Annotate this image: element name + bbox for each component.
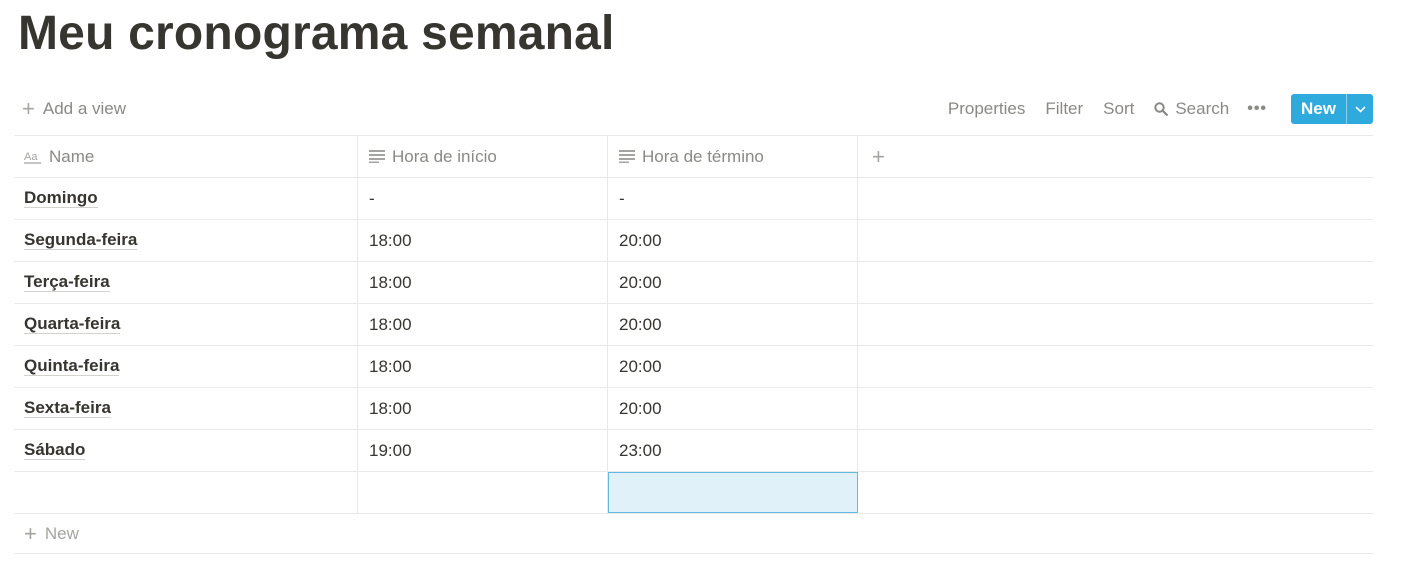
column-header-label: Hora de término: [642, 146, 764, 166]
empty-cell: [858, 472, 1373, 513]
start-time-value: 18:00: [369, 230, 412, 250]
empty-cell: [858, 262, 1373, 303]
search-button[interactable]: Search: [1154, 99, 1229, 119]
row-name[interactable]: Sábado: [24, 440, 86, 461]
table-row[interactable]: Domingo - -: [14, 178, 1373, 220]
empty-cell: [858, 430, 1373, 471]
page-title[interactable]: Meu cronograma semanal: [18, 6, 615, 61]
table-row[interactable]: Quinta-feira 18:00 20:00: [14, 346, 1373, 388]
properties-button[interactable]: Properties: [948, 99, 1025, 119]
name-cell[interactable]: Domingo: [14, 178, 358, 219]
empty-cell: [858, 304, 1373, 345]
end-time-cell[interactable]: 20:00: [608, 388, 858, 429]
text-property-icon: [369, 150, 385, 163]
start-time-cell[interactable]: 18:00: [358, 304, 608, 345]
table-row[interactable]: Quarta-feira 18:00 20:00: [14, 304, 1373, 346]
selected-cell[interactable]: [608, 472, 858, 513]
row-name[interactable]: Quinta-feira: [24, 356, 120, 377]
more-options-icon[interactable]: •••: [1247, 100, 1267, 118]
end-time-value: 20:00: [619, 314, 662, 334]
start-time-cell[interactable]: 18:00: [358, 346, 608, 387]
row-name[interactable]: Quarta-feira: [24, 314, 121, 335]
add-view-button[interactable]: + Add a view: [14, 98, 126, 120]
start-time-value: 18:00: [369, 356, 412, 376]
database-table: Aa Name Hora de início Hora de término +…: [14, 135, 1373, 554]
new-button-label: New: [1301, 99, 1336, 118]
filter-button[interactable]: Filter: [1045, 99, 1083, 119]
end-time-cell[interactable]: 20:00: [608, 304, 858, 345]
table-row[interactable]: Sexta-feira 18:00 20:00: [14, 388, 1373, 430]
start-time-cell[interactable]: -: [358, 178, 608, 219]
add-row-label: New: [44, 523, 79, 543]
row-name[interactable]: Domingo: [24, 188, 98, 209]
column-header-label: Name: [49, 146, 95, 166]
name-cell[interactable]: Quinta-feira: [14, 346, 358, 387]
svg-text:Aa: Aa: [24, 151, 38, 163]
row-name[interactable]: Segunda-feira: [24, 230, 138, 251]
column-header-name[interactable]: Aa Name: [14, 136, 358, 177]
start-time-value: 18:00: [369, 314, 412, 334]
name-cell[interactable]: Sexta-feira: [14, 388, 358, 429]
empty-cell: [858, 346, 1373, 387]
end-time-cell[interactable]: 20:00: [608, 220, 858, 261]
start-time-cell[interactable]: 19:00: [358, 430, 608, 471]
column-header-label: Hora de início: [392, 146, 497, 166]
row-name[interactable]: Sexta-feira: [24, 398, 111, 419]
table-row[interactable]: Terça-feira 18:00 20:00: [14, 262, 1373, 304]
end-time-value: -: [619, 188, 625, 208]
name-cell[interactable]: Quarta-feira: [14, 304, 358, 345]
start-time-cell[interactable]: [358, 472, 608, 513]
end-time-cell[interactable]: 23:00: [608, 430, 858, 471]
name-cell[interactable]: Terça-feira: [14, 262, 358, 303]
search-label: Search: [1175, 99, 1230, 118]
column-header-start[interactable]: Hora de início: [358, 136, 608, 177]
table-row-empty[interactable]: [14, 472, 1373, 514]
page: Meu cronograma semanal + Add a view Prop…: [0, 0, 1401, 584]
text-property-icon: [619, 150, 635, 163]
plus-icon: +: [24, 520, 37, 546]
table-header: Aa Name Hora de início Hora de término +: [14, 135, 1373, 178]
row-name[interactable]: Terça-feira: [24, 272, 110, 293]
end-time-value: 20:00: [619, 398, 662, 418]
table-row[interactable]: Segunda-feira 18:00 20:00: [14, 220, 1373, 262]
database-toolbar: + Add a view Properties Filter Sort Sear…: [14, 92, 1373, 126]
sort-button[interactable]: Sort: [1103, 99, 1134, 119]
plus-icon: +: [872, 143, 885, 169]
end-time-value: 23:00: [619, 440, 662, 460]
title-property-icon: Aa: [24, 151, 41, 164]
end-time-cell[interactable]: -: [608, 178, 858, 219]
column-header-end[interactable]: Hora de término: [608, 136, 858, 177]
end-time-cell[interactable]: 20:00: [608, 262, 858, 303]
table-row[interactable]: Sábado 19:00 23:00: [14, 430, 1373, 472]
end-time-value: 20:00: [619, 272, 662, 292]
plus-icon: +: [22, 96, 35, 121]
name-cell[interactable]: [14, 472, 358, 513]
search-icon: [1154, 102, 1169, 116]
start-time-cell[interactable]: 18:00: [358, 262, 608, 303]
end-time-value: 20:00: [619, 230, 662, 250]
start-time-value: -: [369, 188, 375, 208]
end-time-value: 20:00: [619, 356, 662, 376]
toolbar-actions: Properties Filter Sort Search ••• New: [928, 94, 1373, 124]
start-time-value: 18:00: [369, 398, 412, 418]
name-cell[interactable]: Sábado: [14, 430, 358, 471]
new-button[interactable]: New: [1291, 94, 1373, 124]
empty-cell: [858, 178, 1373, 219]
end-time-cell[interactable]: 20:00: [608, 346, 858, 387]
empty-cell: [858, 388, 1373, 429]
name-cell[interactable]: Segunda-feira: [14, 220, 358, 261]
add-row-button[interactable]: + New: [14, 514, 1373, 554]
chevron-down-icon[interactable]: [1346, 94, 1373, 124]
start-time-value: 19:00: [369, 440, 412, 460]
start-time-cell[interactable]: 18:00: [358, 388, 608, 429]
add-view-label: Add a view: [42, 99, 127, 118]
start-time-value: 18:00: [369, 272, 412, 292]
empty-cell: [858, 220, 1373, 261]
start-time-cell[interactable]: 18:00: [358, 220, 608, 261]
add-property-button[interactable]: +: [858, 136, 1373, 177]
